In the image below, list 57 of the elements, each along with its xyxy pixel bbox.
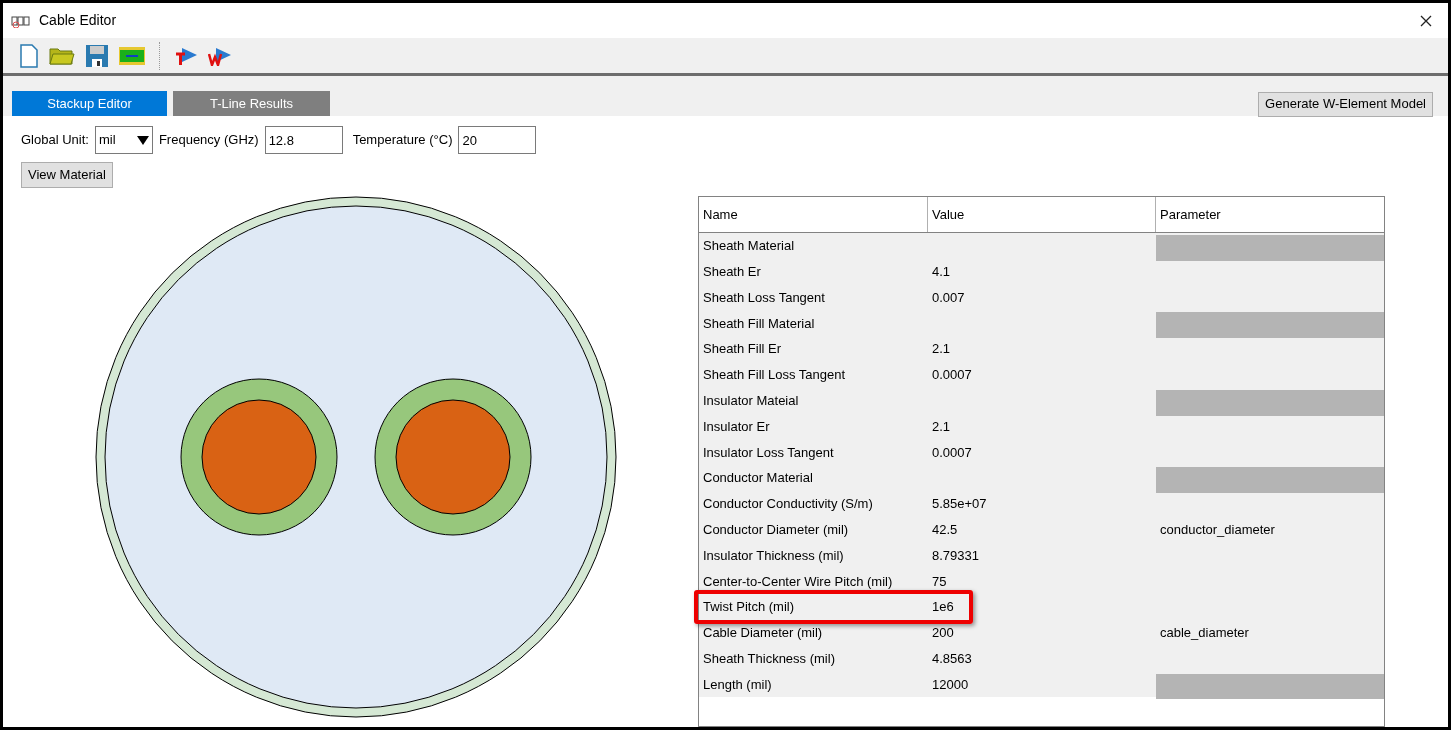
table-cell-text: 0.0007 [932, 366, 972, 385]
table-cell-text: 0.007 [932, 288, 965, 307]
close-icon[interactable] [1420, 14, 1432, 27]
table-cell-text: Center-to-Center Wire Pitch (mil) [703, 572, 893, 591]
t-arrow-icon[interactable] [174, 45, 198, 66]
new-file-icon[interactable] [19, 43, 39, 68]
table-cell-text: 5.85e+07 [932, 495, 987, 514]
table-cell-text: 12000 [932, 675, 969, 694]
table-cell-text: Sheath Loss Tangent [703, 288, 825, 307]
table-cell-text: Twist Pitch (mil) [703, 598, 794, 617]
table-cell-text: Sheath Fill Material [703, 314, 815, 333]
folder-icon[interactable] [49, 45, 75, 66]
column-header[interactable]: Name [699, 197, 928, 232]
w-arrow-icon[interactable] [208, 45, 232, 66]
table-cell-text: conductor_diameter [1160, 520, 1275, 539]
table-cell-text: 75 [932, 572, 947, 591]
field-label: Temperature (°C) [352, 131, 453, 150]
temperature-field[interactable]: 20 [458, 126, 537, 154]
table-cell-text: Conductor Conductivity (S/m) [703, 495, 873, 514]
table-cell-text: Insulator Loss Tangent [703, 443, 834, 462]
tab[interactable]: T-Line Results [173, 91, 330, 116]
window-title: Cable Editor [39, 11, 117, 30]
column-header[interactable]: Parameter [1156, 197, 1384, 232]
tab[interactable]: Stackup Editor [12, 91, 167, 116]
table-cell-text: Insulator Thickness (mil) [703, 546, 844, 565]
table-cell-text: Conductor Material [703, 469, 813, 488]
view-material-button[interactable]: View Material [21, 162, 113, 188]
table-cell-text: Sheath Material [703, 237, 795, 256]
table-cell-text: 42.5 [932, 520, 958, 539]
table-cell-text: Insulator Mateial [703, 391, 799, 410]
field-label: Frequency (GHz) [158, 131, 259, 150]
table-cell-text: 1e6 [932, 598, 954, 617]
frequency-field[interactable]: 12.8 [264, 126, 343, 154]
table-cell-text: Sheath Fill Er [703, 340, 782, 359]
save-icon[interactable] [85, 43, 109, 68]
table-cell-text: Cable Diameter (mil) [703, 624, 823, 643]
table-cell-text: 4.1 [932, 262, 951, 281]
table-cell-text: 0.0007 [932, 443, 972, 462]
layer-icon[interactable] [119, 46, 145, 65]
table-cell-text: Sheath Thickness (mil) [703, 649, 835, 668]
table-cell-text: 200 [932, 624, 954, 643]
field-label: Global Unit: [21, 131, 89, 150]
table-cell-text: Conductor Diameter (mil) [703, 520, 849, 539]
column-header[interactable]: Value [928, 197, 1156, 232]
table-cell-text: 2.1 [932, 340, 951, 359]
table-cell-text: 8.79331 [932, 546, 979, 565]
generate-button[interactable]: Generate W-Element Model [1258, 91, 1433, 117]
dropdown-arrow-icon [136, 135, 149, 145]
table-cell-text: 2.1 [932, 417, 951, 436]
unit-dropdown[interactable]: mil [94, 126, 153, 154]
app-icon [11, 13, 31, 28]
table-cell-text: 4.8563 [932, 649, 972, 668]
table-cell-text: Sheath Er [703, 262, 761, 281]
table-cell-text: Insulator Er [703, 417, 770, 436]
table-cell-text: Length (mil) [703, 675, 772, 694]
table-cell-text: cable_diameter [1160, 624, 1249, 643]
table-cell-text: Sheath Fill Loss Tangent [703, 366, 846, 385]
